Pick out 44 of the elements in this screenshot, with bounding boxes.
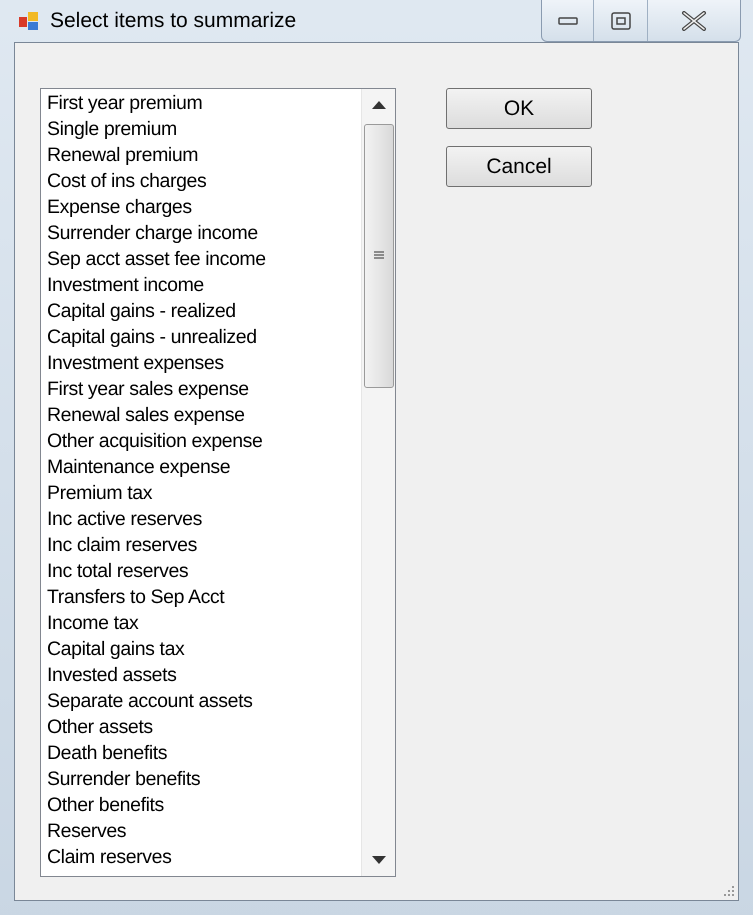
list-item[interactable]: First year premium: [47, 90, 202, 116]
list-item[interactable]: Separate account assets: [47, 688, 252, 714]
list-item[interactable]: Investment expenses: [47, 350, 224, 376]
window-title: Select items to summarize: [50, 8, 296, 34]
resize-grip-icon: [723, 885, 735, 897]
list-item[interactable]: Renewal sales expense: [47, 402, 245, 428]
list-item[interactable]: Capital gains tax: [47, 636, 184, 662]
list-item[interactable]: Premium tax: [47, 480, 152, 506]
list-item[interactable]: Capital gains - realized: [47, 298, 236, 324]
list-item[interactable]: Single premium: [47, 116, 177, 142]
grip-icon: [372, 251, 384, 261]
list-item[interactable]: Sep acct asset fee income: [47, 246, 266, 272]
list-item[interactable]: Surrender charge income: [47, 220, 258, 246]
list-item[interactable]: Income tax: [47, 610, 138, 636]
list-item[interactable]: Investment income: [47, 272, 204, 298]
list-item[interactable]: Surrender benefits: [47, 766, 200, 792]
scroll-down-icon[interactable]: [372, 856, 386, 864]
list-item[interactable]: Maintenance expense: [47, 454, 230, 480]
list-item[interactable]: Invested assets: [47, 662, 176, 688]
restore-icon: [610, 12, 630, 30]
list-item[interactable]: Transfers to Sep Acct: [47, 584, 224, 610]
minimize-icon: [558, 16, 578, 24]
ok-button[interactable]: OK: [446, 88, 592, 129]
app-icon: [18, 10, 40, 32]
list-item[interactable]: Other assets: [47, 714, 153, 740]
scrollbar[interactable]: [361, 89, 395, 876]
scroll-up-icon[interactable]: [372, 101, 386, 109]
list-item[interactable]: Capital gains - unrealized: [47, 324, 257, 350]
scroll-thumb[interactable]: [364, 124, 394, 388]
close-icon: [681, 10, 707, 30]
list-item[interactable]: Other acquisition expense: [47, 428, 262, 454]
cancel-button[interactable]: Cancel: [446, 146, 592, 187]
list-item[interactable]: Other benefits: [47, 792, 164, 818]
items-list[interactable]: [40, 88, 396, 877]
list-item[interactable]: Expense charges: [47, 194, 192, 220]
list-item[interactable]: Reserves: [47, 818, 126, 844]
list-item[interactable]: Inc total reserves: [47, 558, 188, 584]
list-item[interactable]: Renewal premium: [47, 142, 198, 168]
list-item[interactable]: Death benefits: [47, 740, 168, 766]
list-item[interactable]: First year sales expense: [47, 376, 249, 402]
list-item[interactable]: Claim reserves: [47, 844, 172, 870]
list-item[interactable]: Inc active reserves: [47, 506, 202, 532]
list-item[interactable]: Cost of ins charges: [47, 168, 206, 194]
list-item[interactable]: Inc claim reserves: [47, 532, 197, 558]
